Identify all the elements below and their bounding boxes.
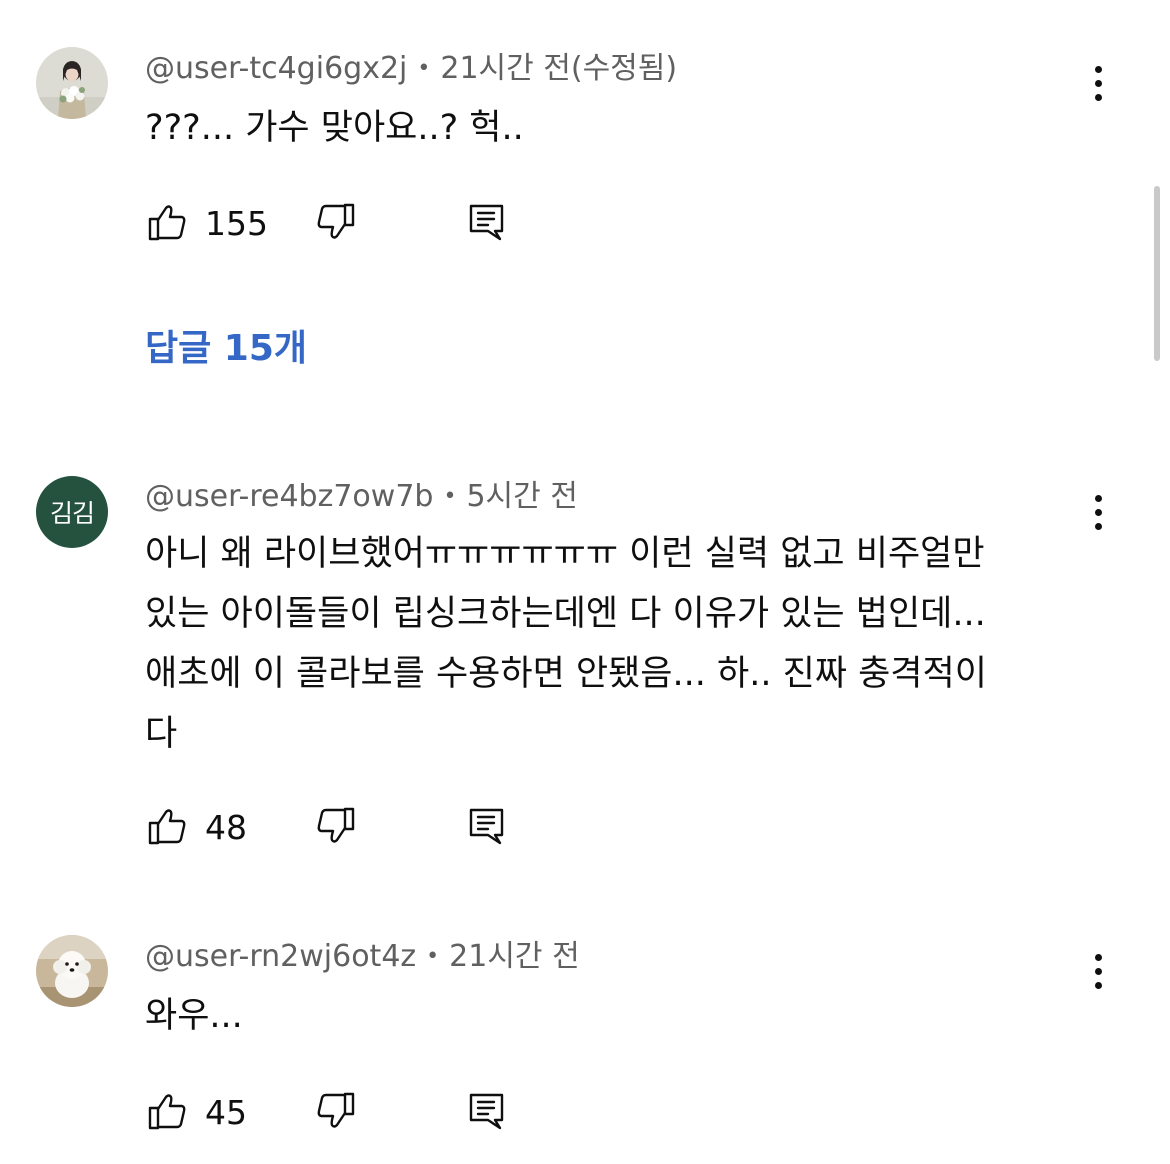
scrollbar[interactable] [1154,186,1160,361]
comment-meta: @user-rn2wj6ot4z • 21시간 전 [145,938,580,976]
separator-dot: • [417,56,431,81]
comment-line: 있는 아이돌들이 립싱크하는데엔 다 이유가 있는 법인데... [145,594,986,634]
reply-icon[interactable] [467,202,507,242]
comment-line: 와우... [145,996,243,1036]
more-options-icon[interactable] [1084,57,1112,109]
replies-link[interactable]: 답글 15개 [145,324,307,374]
avatar[interactable] [36,935,108,1007]
comment-line: 다 [145,714,178,754]
like-count: 45 [205,1093,247,1132]
thumbs-up-icon[interactable] [147,202,187,242]
avatar[interactable] [36,47,108,119]
white-dog-photo-icon [36,935,108,1007]
comment-line: 애초에 이 콜라보를 수용하면 안됐음... 하.. 진짜 충격적이 [145,654,987,694]
comment-text: 아니 왜 라이브했어ㅠㅠㅠㅠㅠㅠ 이런 실력 없고 비주얼만 있는 아이돌들이 … [145,524,1090,764]
comment-text: ???... 가수 맞아요..? 헉.. [145,98,1090,158]
comment-meta: @user-re4bz7ow7b • 5시간 전 [145,478,578,516]
more-options-icon[interactable] [1084,486,1112,538]
reply-icon[interactable] [467,1091,507,1131]
author-name[interactable]: @user-tc4gi6gx2j [145,51,407,86]
thumbs-down-icon[interactable] [316,1091,356,1131]
comment-meta: @user-tc4gi6gx2j • 21시간 전(수정됨) [145,50,677,88]
comments-screen: @user-tc4gi6gx2j • 21시간 전(수정됨) ???... 가수 맞… [0,0,1170,1164]
more-options-icon[interactable] [1084,945,1112,997]
author-name[interactable]: @user-re4bz7ow7b [145,479,433,514]
comment-actions: 48 [0,806,1170,854]
avatar[interactable]: 김김 [36,476,108,548]
like-count: 155 [205,204,268,243]
separator-dot: • [426,944,440,969]
comment-time: 21시간 전 [449,939,580,974]
thumbs-down-icon[interactable] [316,806,356,846]
thumbs-up-icon[interactable] [147,1091,187,1131]
reply-icon[interactable] [467,806,507,846]
comment-actions: 155 [0,202,1170,250]
thumbs-up-icon[interactable] [147,806,187,846]
separator-dot: • [443,484,457,509]
comment-time: 21시간 전(수정됨) [440,51,678,86]
comment-line: 아니 왜 라이브했어ㅠㅠㅠㅠㅠㅠ 이런 실력 없고 비주얼만 [145,534,985,574]
like-count: 48 [205,808,247,847]
thumbs-down-icon[interactable] [316,202,356,242]
woman-with-flowers-photo-icon [36,47,108,119]
author-name[interactable]: @user-rn2wj6ot4z [145,939,416,974]
comment-time: 5시간 전 [466,479,578,514]
comment-text: 와우... [145,986,1090,1046]
comment-actions: 45 [0,1091,1170,1139]
comment-line: ???... 가수 맞아요..? 헉.. [145,108,524,148]
